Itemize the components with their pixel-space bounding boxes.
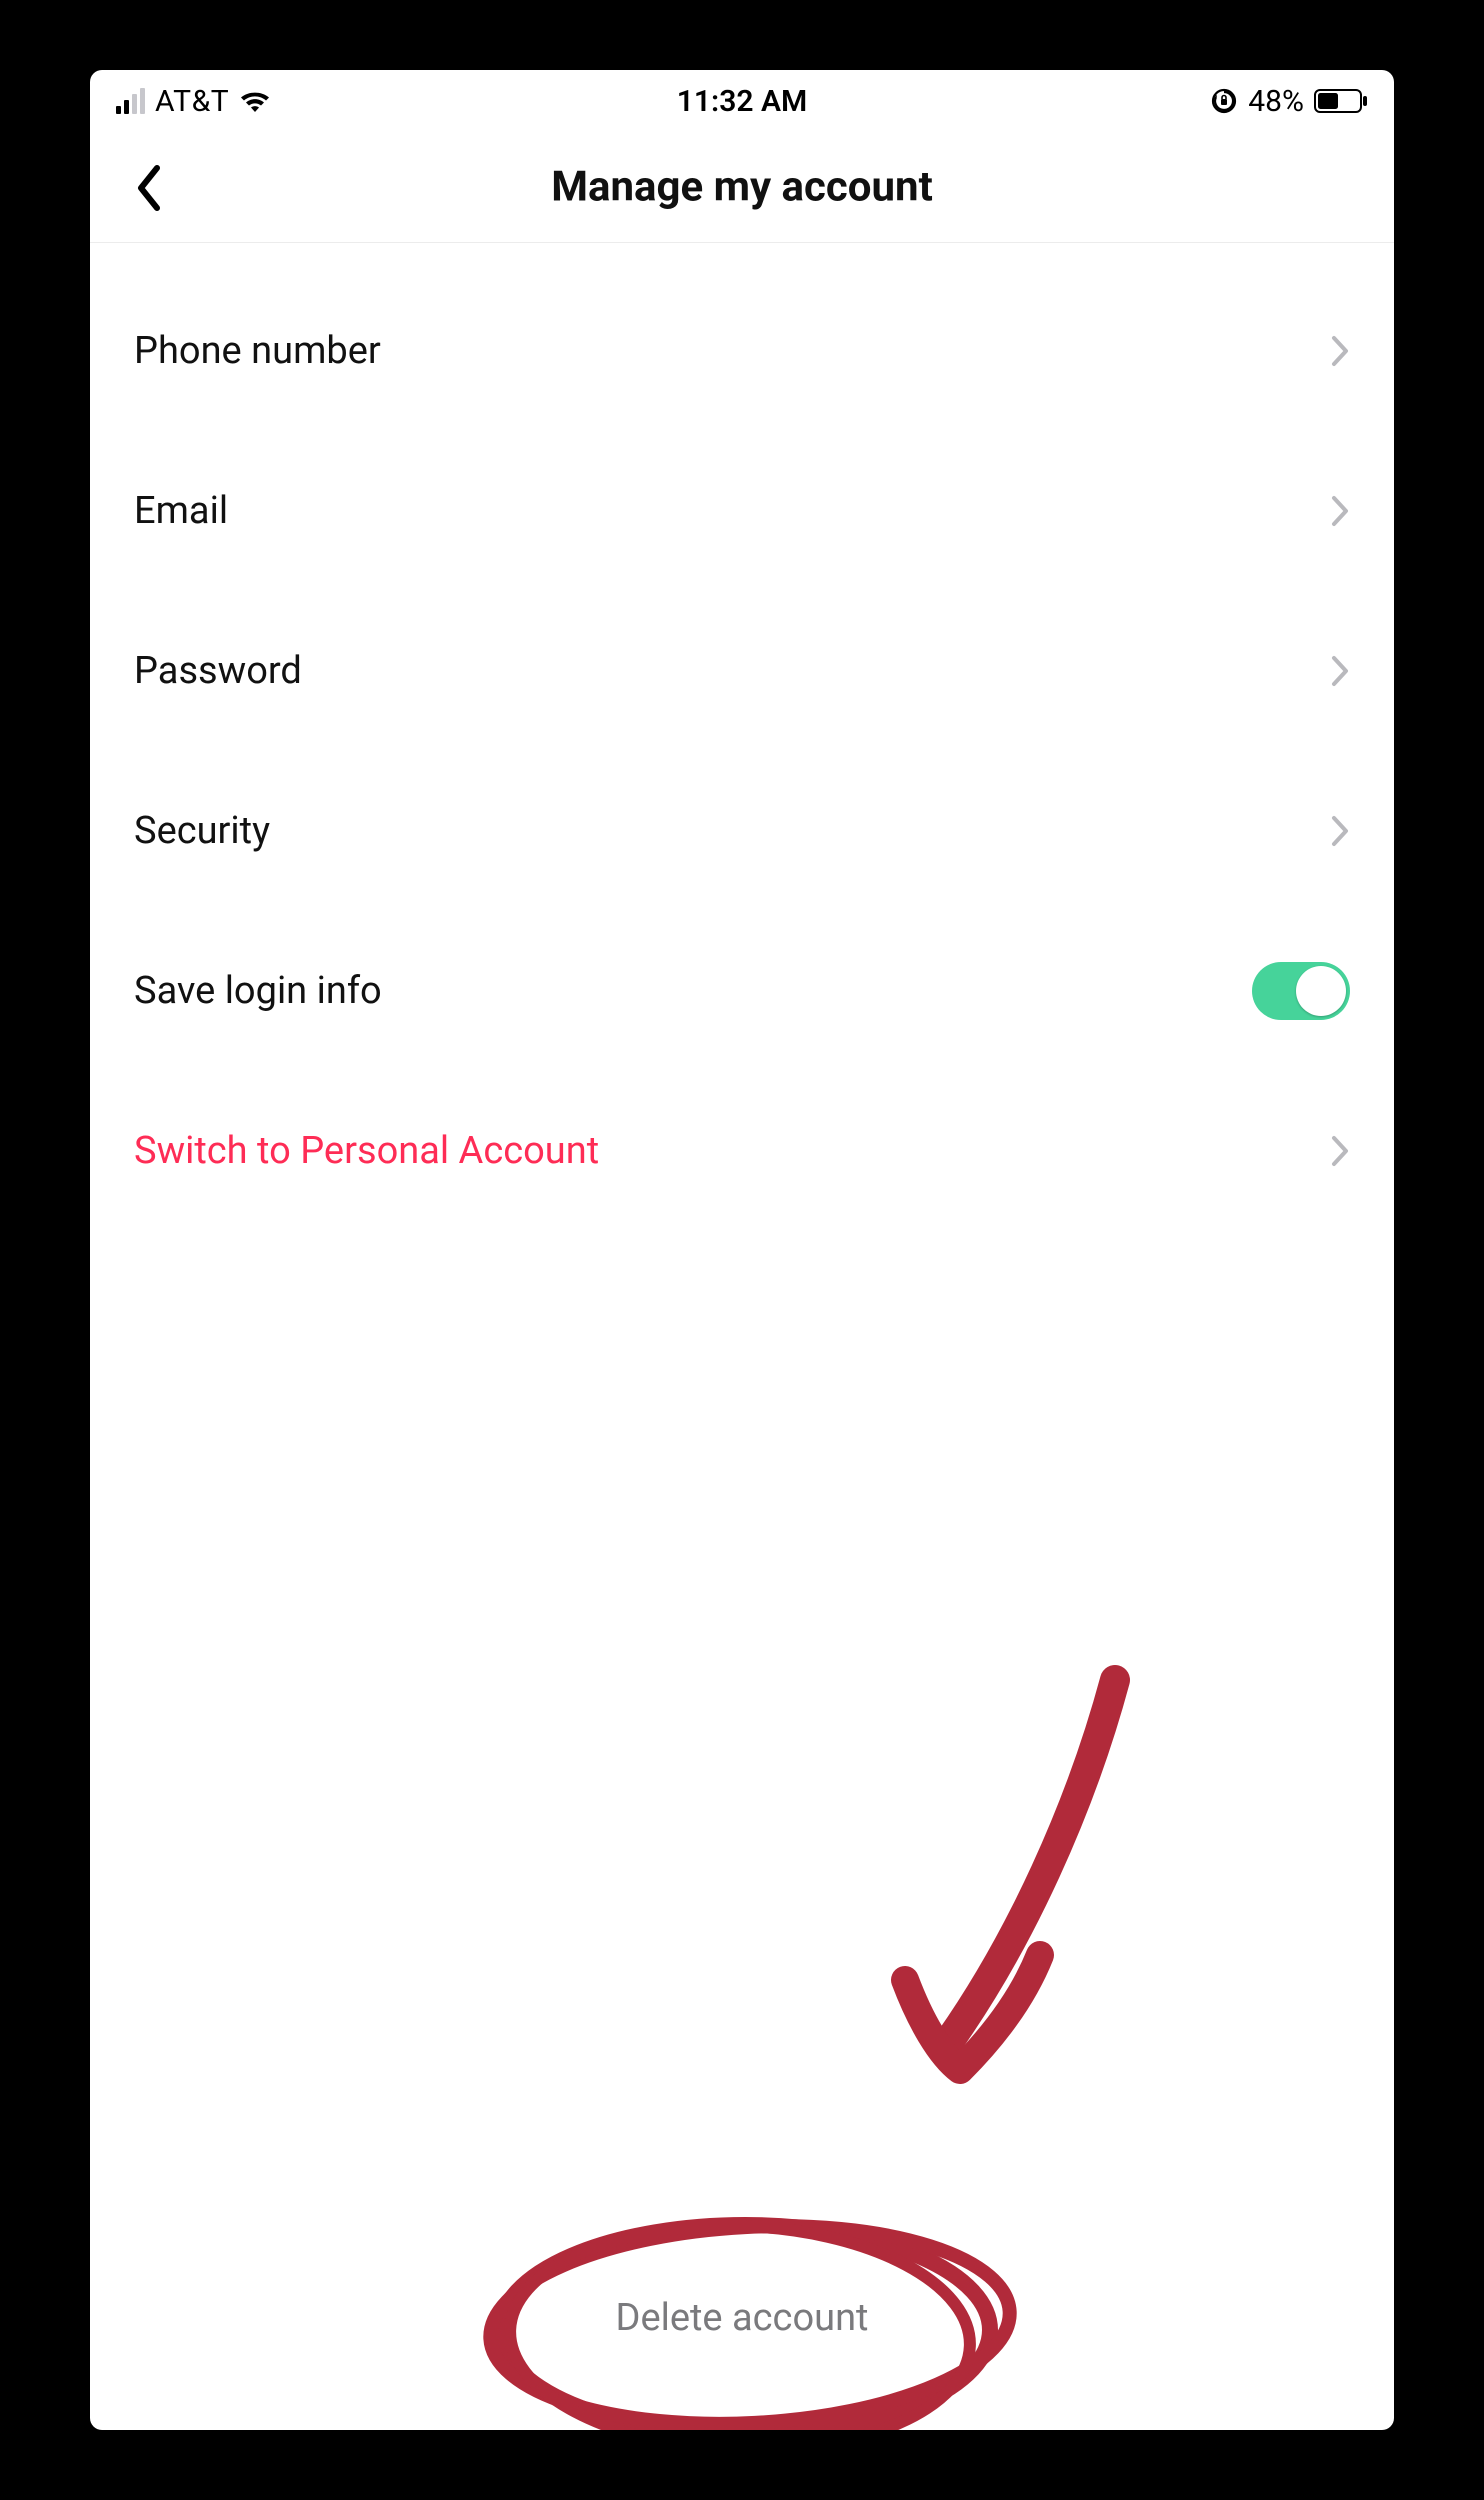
row-security[interactable]: Security [90, 771, 1394, 891]
row-label: Save login info [134, 969, 382, 1013]
row-phone-number[interactable]: Phone number [90, 291, 1394, 411]
app-header: Manage my account [90, 132, 1394, 243]
row-save-login-info: Save login info [90, 931, 1394, 1051]
settings-list: Phone number Email Password Security [90, 243, 1394, 1211]
carrier-label: AT&T [155, 84, 229, 119]
status-left: AT&T [116, 84, 271, 119]
toggle-knob [1296, 966, 1346, 1016]
back-button[interactable] [118, 158, 178, 218]
battery-percent-label: 48% [1248, 84, 1304, 119]
phone-frame: AT&T 11:32 AM [90, 70, 1394, 2430]
chevron-right-icon [1330, 1134, 1350, 1168]
chevron-right-icon [1330, 334, 1350, 368]
row-switch-personal-account[interactable]: Switch to Personal Account [90, 1091, 1394, 1211]
battery-icon [1314, 88, 1368, 114]
chevron-right-icon [1330, 654, 1350, 688]
chevron-right-icon [1330, 494, 1350, 528]
chevron-left-icon [133, 164, 163, 212]
row-label: Switch to Personal Account [134, 1129, 599, 1173]
rotation-lock-icon [1210, 87, 1238, 115]
clock-label: 11:32 AM [677, 84, 807, 119]
delete-account-label: Delete account [616, 2296, 869, 2340]
row-label: Email [134, 489, 228, 533]
row-email[interactable]: Email [90, 451, 1394, 571]
page-title: Manage my account [551, 163, 933, 212]
save-login-toggle[interactable] [1252, 962, 1350, 1020]
row-label: Password [134, 649, 302, 693]
status-bar: AT&T 11:32 AM [90, 70, 1394, 132]
row-label: Phone number [134, 329, 381, 373]
status-right: 48% [1210, 84, 1368, 119]
row-label: Security [134, 809, 270, 853]
row-password[interactable]: Password [90, 611, 1394, 731]
signal-bars-icon [116, 88, 145, 114]
chevron-right-icon [1330, 814, 1350, 848]
delete-account-button[interactable]: Delete account [616, 2296, 869, 2340]
wifi-icon [239, 89, 271, 113]
